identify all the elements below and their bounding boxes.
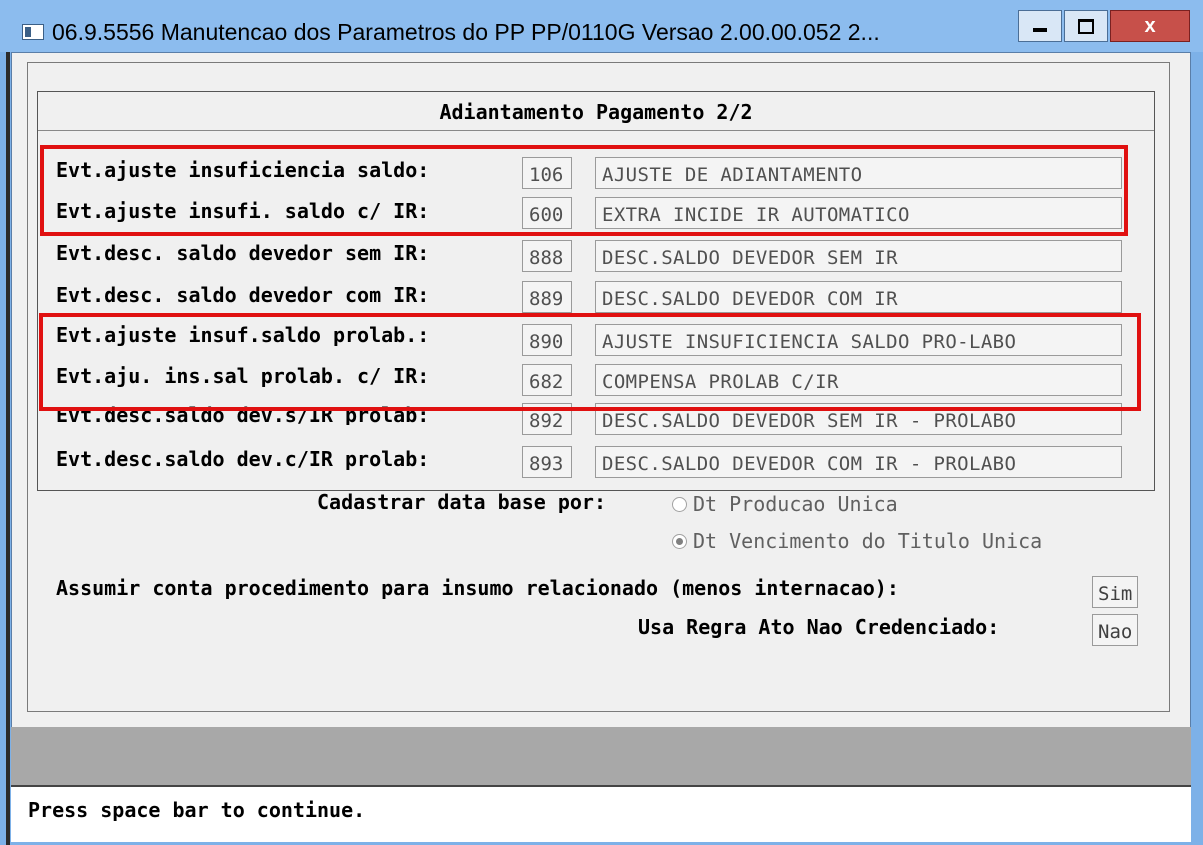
app-icon[interactable] <box>22 24 44 40</box>
event-label: Evt.desc.saldo dev.c/IR prolab: <box>56 447 430 471</box>
event-code-field[interactable]: 888 <box>522 240 572 272</box>
minimize-button[interactable] <box>1018 10 1062 42</box>
status-message: Press space bar to continue. <box>28 798 366 822</box>
event-code-field[interactable]: 892 <box>522 403 572 435</box>
event-description-field: DESC.SALDO DEVEDOR COM IR - PROLABO <box>595 446 1122 478</box>
event-code-field[interactable]: 600 <box>522 197 572 229</box>
radio-icon <box>672 497 687 512</box>
event-code-field[interactable]: 889 <box>522 281 572 313</box>
event-description-field: DESC.SALDO DEVEDOR COM IR <box>595 281 1122 313</box>
radio-dt-producao[interactable]: Dt Producao Unica <box>672 492 898 516</box>
event-description-field: AJUSTE INSUFICIENCIA SALDO PRO-LABO <box>595 324 1122 356</box>
app-window: 06.9.5556 Manutencao dos Parametros do P… <box>0 0 1203 845</box>
assumir-conta-label: Assumir conta procedimento para insumo r… <box>56 576 899 600</box>
event-label: Evt.desc. saldo devedor com IR: <box>56 283 430 307</box>
radio-label: Dt Vencimento do Titulo Unica <box>693 529 1043 553</box>
close-button[interactable]: x <box>1110 10 1190 42</box>
event-label: Evt.aju. ins.sal prolab. c/ IR: <box>56 364 430 388</box>
event-description-field: COMPENSA PROLAB C/IR <box>595 364 1122 396</box>
radio-label: Dt Producao Unica <box>693 492 898 516</box>
event-label: Evt.ajuste insuficiencia saldo: <box>56 158 430 182</box>
radio-dt-vencimento[interactable]: Dt Vencimento do Titulo Unica <box>672 529 1042 553</box>
event-description-field: DESC.SALDO DEVEDOR SEM IR - PROLABO <box>595 403 1122 435</box>
event-code-field[interactable]: 890 <box>522 324 572 356</box>
event-label: Evt.desc. saldo devedor sem IR: <box>56 241 430 265</box>
event-code-field[interactable]: 106 <box>522 157 572 189</box>
event-description-field: DESC.SALDO DEVEDOR SEM IR <box>595 240 1122 272</box>
event-label: Evt.ajuste insufi. saldo c/ IR: <box>56 199 430 223</box>
assumir-conta-field[interactable]: Sim <box>1092 576 1138 608</box>
event-code-field[interactable]: 893 <box>522 446 572 478</box>
window-edge <box>6 50 10 845</box>
date-base-label: Cadastrar data base por: <box>317 490 606 514</box>
message-area <box>11 727 1191 785</box>
usa-regra-label: Usa Regra Ato Nao Credenciado: <box>638 615 1000 639</box>
event-description-field: AJUSTE DE ADIANTAMENTO <box>595 157 1122 189</box>
window-title: 06.9.5556 Manutencao dos Parametros do P… <box>52 19 880 45</box>
event-code-field[interactable]: 682 <box>522 364 572 396</box>
event-label: Evt.desc.saldo dev.s/IR prolab: <box>56 403 430 425</box>
event-description-field: EXTRA INCIDE IR AUTOMATICO <box>595 197 1122 229</box>
event-label: Evt.ajuste insuf.saldo prolab.: <box>56 323 430 347</box>
usa-regra-field[interactable]: Nao <box>1092 614 1138 646</box>
dialog-title-bar: Adiantamento Pagamento 2/2 <box>38 92 1154 131</box>
radio-selected-icon <box>672 534 687 549</box>
title-bar[interactable]: 06.9.5556 Manutencao dos Parametros do P… <box>0 0 1203 52</box>
maximize-button[interactable] <box>1064 10 1108 42</box>
dialog-title: Adiantamento Pagamento 2/2 <box>439 100 753 124</box>
